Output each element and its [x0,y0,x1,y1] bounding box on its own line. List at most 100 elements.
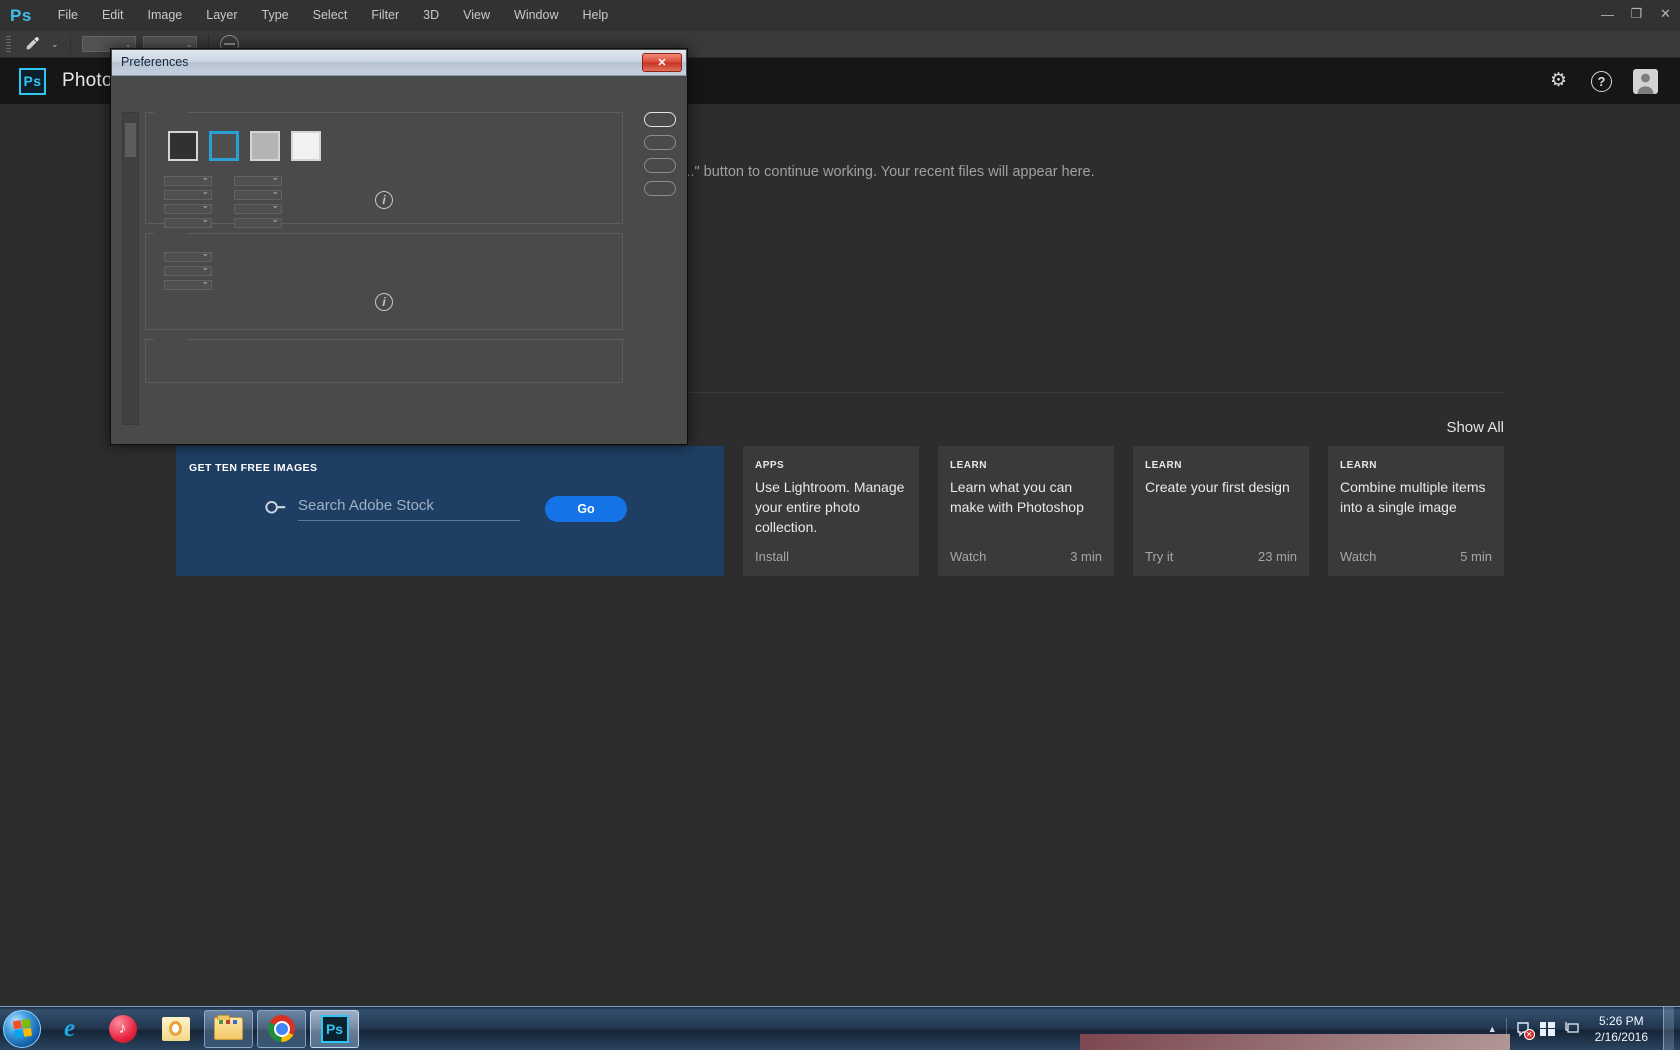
error-badge: ✕ [1523,1028,1535,1040]
tiles-row: GET TEN FREE IMAGES Search Adobe Stock G… [176,446,1504,576]
dropdown-column-right [234,172,282,228]
window-controls: — ❐ ✕ [1593,0,1680,31]
card-action[interactable]: Try it [1145,549,1173,564]
dropdown-stub[interactable] [234,214,282,228]
show-hidden-icons-button[interactable]: ▲ [1488,1024,1497,1034]
windows-taskbar: e ♪ Ps ▲ ✕ 5:26 PM 2/16/2016 [0,1006,1680,1050]
search-icon [260,494,290,524]
next-button[interactable] [644,181,676,196]
info-icon[interactable]: i [375,191,393,209]
menu-filter[interactable]: Filter [359,0,411,31]
gear-icon[interactable]: ⚙ [1550,71,1570,91]
photoshop-badge-icon: Ps [19,67,46,95]
start-button[interactable] [3,1009,41,1048]
search-placeholder: Search Adobe Stock [298,497,434,514]
card-title: Create your first design [1145,479,1290,495]
action-center-icon[interactable]: ✕ [1516,1021,1535,1040]
card-duration: 23 min [1257,549,1297,564]
card-title: Combine multiple items into a single ima… [1340,479,1486,515]
stock-kicker: GET TEN FREE IMAGES [189,462,318,474]
search-input[interactable]: Search Adobe Stock [298,497,520,521]
go-button[interactable]: Go [545,496,627,522]
scrollbar-thumb[interactable] [125,123,136,157]
show-all-link[interactable]: Show All [1446,419,1504,436]
dialog-close-button[interactable]: ✕ [642,53,682,72]
dropdown-column [164,248,212,290]
windows-logo-icon [12,1018,32,1039]
theme-swatch-darkest[interactable] [168,131,198,161]
card-learn-photoshop[interactable]: LEARN Learn what you can make with Photo… [938,446,1114,576]
dropdown-stub[interactable] [234,172,282,186]
photoshop-icon: Ps [320,1014,349,1043]
dropdown-stub[interactable] [164,200,212,214]
dropdown-stub[interactable] [164,276,212,290]
show-desktop-button[interactable] [1663,1006,1674,1050]
dropdown-column-left [164,172,212,228]
taskbar-outlook[interactable] [151,1010,200,1048]
dialog-titlebar[interactable]: Preferences ✕ [112,50,686,76]
dialog-title: Preferences [121,55,189,69]
preferences-category-list[interactable] [122,112,139,425]
options-bar-grip[interactable] [6,35,11,53]
cancel-button[interactable] [644,135,676,150]
card-kicker: LEARN [1340,460,1377,471]
minimize-button[interactable]: — [1593,4,1622,24]
menu-view[interactable]: View [451,0,502,31]
avatar[interactable] [1633,68,1658,94]
menu-image[interactable]: Image [136,0,195,31]
dropdown-stub[interactable] [164,186,212,200]
folder-icon [214,1015,243,1040]
taskbar-windows-explorer[interactable] [204,1009,253,1048]
windows-tray-flag-icon [1539,1021,1555,1036]
card-action[interactable]: Watch [950,549,986,564]
taskbar-google-chrome[interactable] [257,1009,306,1048]
dropdown-stub[interactable] [234,186,282,200]
dropdown-stub[interactable] [164,248,212,262]
card-kicker: APPS [755,460,785,471]
taskbar-itunes[interactable]: ♪ [98,1010,147,1048]
menu-help[interactable]: Help [571,0,621,31]
menu-bar: Ps File Edit Image Layer Type Select Fil… [0,0,1680,31]
display-icon[interactable] [1564,1021,1580,1036]
tool-preset-chevron-down-icon[interactable]: ⌄ [51,39,59,50]
theme-swatch-light[interactable] [250,131,280,161]
card-learn-first-design[interactable]: LEARN Create your first design Try it 23… [1133,446,1309,576]
card-apps-lightroom[interactable]: APPS Use Lightroom. Manage your entire p… [743,446,919,576]
ok-button[interactable] [644,112,676,127]
dropdown-stub[interactable] [164,262,212,276]
close-button[interactable]: ✕ [1651,4,1680,24]
prev-button[interactable] [644,158,676,173]
outlook-icon [161,1016,190,1041]
theme-swatch-dark[interactable] [209,131,239,161]
menu-3d[interactable]: 3D [411,0,451,31]
menu-file[interactable]: File [46,0,90,31]
dropdown-stub[interactable] [164,214,212,228]
color-theme-swatches [168,131,321,161]
menu-window[interactable]: Window [502,0,570,31]
card-learn-combine-items[interactable]: LEARN Combine multiple items into a sing… [1328,446,1504,576]
header-actions: ⚙ ? [1550,68,1680,94]
clock[interactable]: 5:26 PM 2/16/2016 [1589,1013,1654,1045]
menu-type[interactable]: Type [250,0,301,31]
info-icon[interactable]: i [375,293,393,311]
preferences-pane: i i [145,112,623,425]
menu-edit[interactable]: Edit [90,0,136,31]
theme-swatch-lightest[interactable] [291,131,321,161]
card-action[interactable]: Install [755,549,789,564]
taskbar-photoshop[interactable]: Ps [310,1009,359,1048]
taskbar-internet-explorer[interactable]: e [45,1010,94,1048]
dropdown-stub[interactable] [164,172,212,186]
help-icon[interactable]: ? [1591,70,1612,92]
options-dropdowns [164,248,212,290]
card-title: Use Lightroom. Manage your entire photo … [755,479,905,535]
network-icon[interactable] [1539,1021,1555,1036]
card-title: Learn what you can make with Photoshop [950,479,1084,515]
card-action[interactable]: Watch [1340,549,1376,564]
menu-layer[interactable]: Layer [194,0,249,31]
screen: Ps File Edit Image Layer Type Select Fil… [0,0,1680,1050]
restore-button[interactable]: ❐ [1622,4,1651,24]
ps-logo-icon: Ps [10,5,32,25]
eyedropper-icon[interactable] [18,34,44,55]
menu-select[interactable]: Select [301,0,360,31]
dropdown-stub[interactable] [234,200,282,214]
